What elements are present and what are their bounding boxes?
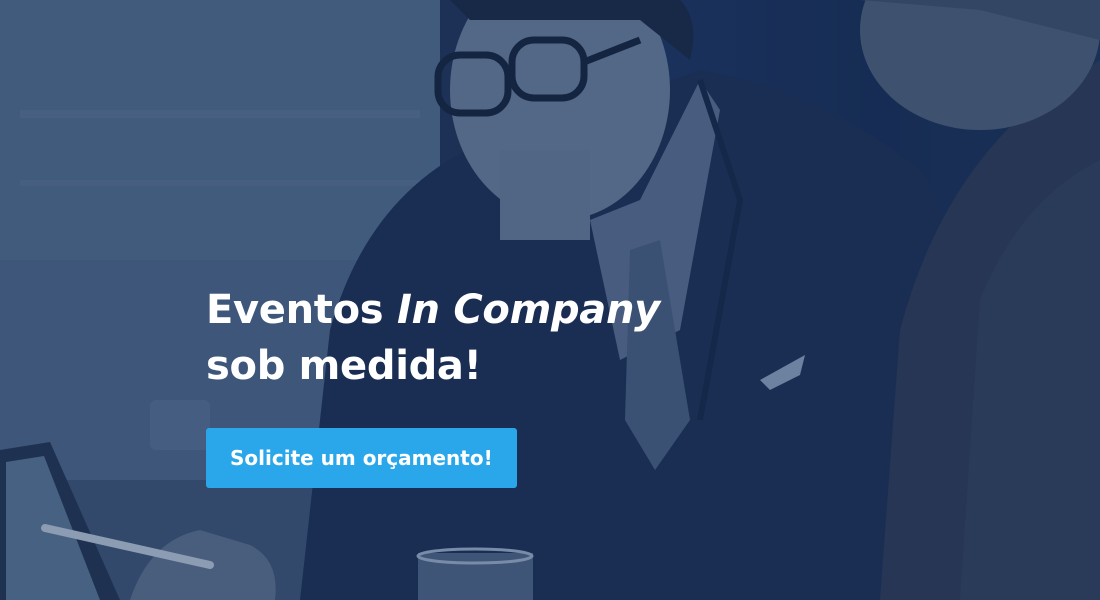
hero-title-prefix: Eventos: [206, 287, 384, 333]
request-quote-button[interactable]: Solicite um orçamento!: [206, 428, 517, 488]
hero-title-italic: In Company: [396, 287, 660, 333]
hero-content: Eventos In Company sob medida! Solicite …: [206, 282, 726, 488]
hero-title-line-1: Eventos In Company: [206, 282, 726, 338]
hero-title: Eventos In Company sob medida!: [206, 282, 726, 394]
hero-title-line-2: sob medida!: [206, 343, 482, 389]
hero-banner: Eventos In Company sob medida! Solicite …: [0, 0, 1100, 600]
